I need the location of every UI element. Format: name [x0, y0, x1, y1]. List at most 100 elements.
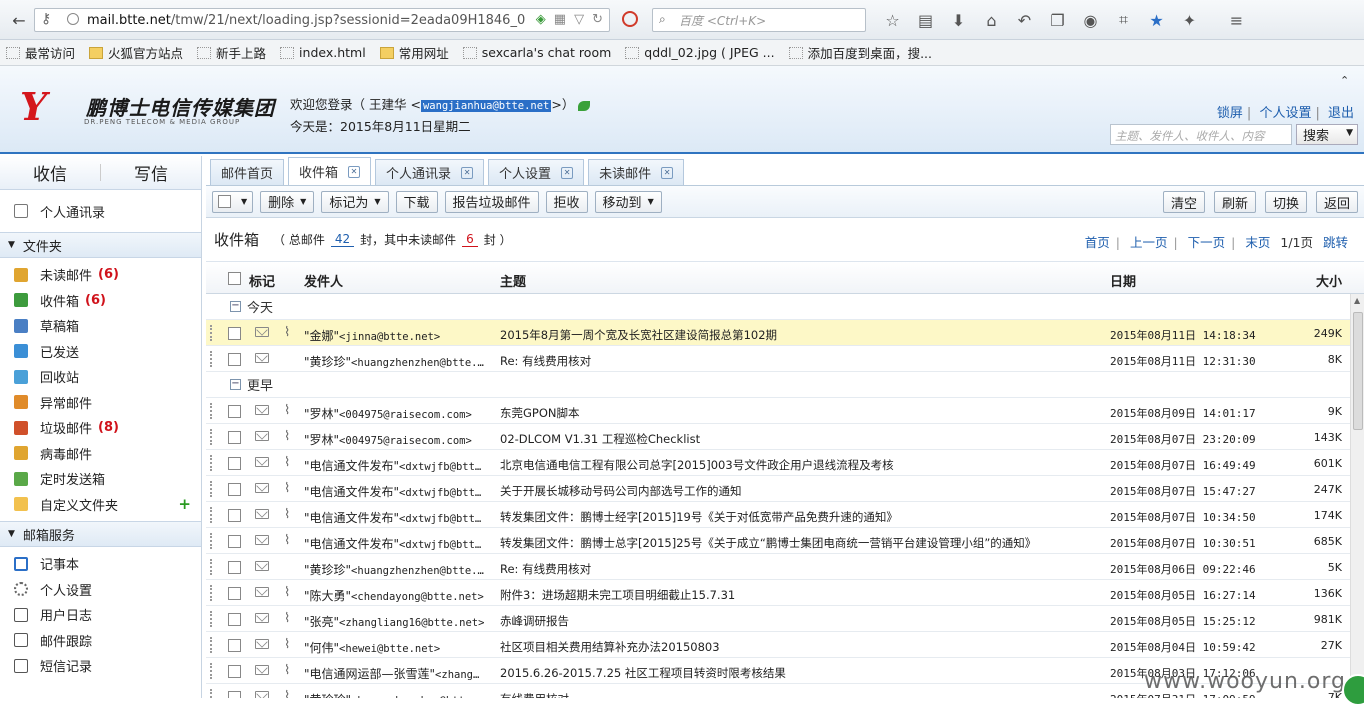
subject[interactable]: 2015年8月第一周个宽及长宽社区建设简报总第102期	[500, 327, 1100, 343]
collapse-icon[interactable]: −	[230, 301, 241, 312]
lock-screen-link[interactable]: 锁屏	[1213, 106, 1247, 121]
drag-handle-icon[interactable]	[210, 507, 214, 523]
refresh-button[interactable]: 刷新	[1213, 191, 1256, 213]
scrollbar[interactable]: ▲	[1350, 294, 1364, 698]
row-checkbox[interactable]	[228, 457, 241, 470]
sidebar-item-virus[interactable]: 病毒邮件	[0, 441, 201, 467]
select-all-dropdown[interactable]: ▼	[212, 190, 254, 213]
jump-link[interactable]: 跳转	[1323, 235, 1348, 250]
sidebar-item-unread[interactable]: 未读邮件 (6)	[0, 262, 201, 288]
back-arrow-icon[interactable]: ←	[6, 7, 32, 33]
mail-search-input[interactable]: 主题、发件人、收件人、内容	[1110, 124, 1292, 145]
bookmark-item[interactable]: qddl_02.jpg ( JPEG ...	[625, 45, 775, 60]
logout-link[interactable]: 退出	[1324, 106, 1358, 121]
undo-icon[interactable]: ↶	[1008, 8, 1041, 32]
close-icon[interactable]: ✕	[661, 166, 674, 179]
subject[interactable]: 附件3：进场超期未完工项目明细截止15.7.31	[500, 587, 1100, 603]
drag-handle-icon[interactable]	[210, 559, 214, 575]
sidebar-item-abnormal[interactable]: 异常邮件	[0, 390, 201, 416]
row-checkbox[interactable]	[228, 431, 241, 444]
row-checkbox[interactable]	[228, 405, 241, 418]
move-to-button[interactable]: 移动到 ▼	[594, 190, 662, 213]
add-folder-icon[interactable]: +	[178, 495, 191, 513]
tab-home[interactable]: 邮件首页	[210, 159, 285, 185]
group-earlier[interactable]: − 更早	[206, 372, 1350, 398]
bookmark-star-icon[interactable]: ☆	[876, 8, 909, 32]
header-checkbox[interactable]	[228, 272, 241, 285]
drag-handle-icon[interactable]	[210, 637, 214, 653]
table-row[interactable]: ⌇ "电信通文件发布"<dxtwjfb@btt… 转发集团文件：鹏博士经字[2015…	[206, 502, 1350, 528]
subject[interactable]: Re: 有线费用核对	[500, 353, 1100, 369]
sidebar-item-userlog[interactable]: 用户日志	[0, 602, 201, 628]
bookmark-item[interactable]: 最常访问	[6, 43, 75, 62]
prev-page-link[interactable]: 上一页	[1130, 235, 1168, 250]
chat-icon[interactable]: ◉	[1074, 8, 1107, 32]
bookmark-item[interactable]: index.html	[280, 45, 366, 60]
row-checkbox[interactable]	[228, 561, 241, 574]
clear-button[interactable]: 清空	[1162, 191, 1205, 213]
services-section[interactable]: ▼ 邮箱服务	[0, 521, 201, 547]
close-icon[interactable]: ✕	[461, 166, 474, 179]
tab-contacts[interactable]: 个人通讯录 ✕	[375, 159, 485, 185]
settings-link[interactable]: 个人设置	[1255, 106, 1315, 121]
row-checkbox[interactable]	[228, 509, 241, 522]
row-checkbox[interactable]	[228, 613, 241, 626]
select-all-checkbox[interactable]	[218, 195, 231, 208]
drag-handle-icon[interactable]	[210, 611, 214, 627]
collapse-header-icon[interactable]: ⌃	[1340, 74, 1356, 90]
sidebar-item-drafts[interactable]: 草稿箱	[0, 313, 201, 339]
col-mark[interactable]: 标记	[249, 271, 275, 290]
subject[interactable]: 有线费用核对	[500, 691, 1100, 698]
sidebar-item-sms[interactable]: 短信记录	[0, 653, 201, 679]
drag-handle-icon[interactable]	[210, 325, 214, 341]
table-row[interactable]: ⌇ "电信通文件发布"<dxtwjfb@btt… 转发集团文件：鹏博士总字[2015…	[206, 528, 1350, 554]
col-sender[interactable]: 发件人	[304, 271, 343, 290]
drag-handle-icon[interactable]	[210, 481, 214, 497]
subject[interactable]: Re: 有线费用核对	[500, 561, 1100, 577]
subject[interactable]: 东莞GPON脚本	[500, 405, 1100, 421]
col-subject[interactable]: 主题	[500, 271, 526, 290]
subject[interactable]: 关于开展长城移动号码公司内部选号工作的通知	[500, 483, 1100, 499]
reading-list-icon[interactable]: ▤	[909, 8, 942, 32]
sidebar-item-notepad[interactable]: 记事本	[0, 551, 201, 577]
row-checkbox[interactable]	[228, 665, 241, 678]
row-checkbox[interactable]	[228, 587, 241, 600]
table-row[interactable]: ⌇ "罗林"<004975@raisecom.com> 02-DLCOM V1.31…	[206, 424, 1350, 450]
table-row[interactable]: ⌇ "罗林"<004975@raisecom.com> 东莞GPON脚本 2015年0…	[206, 398, 1350, 424]
sidebar-item-inbox[interactable]: 收件箱 (6)	[0, 288, 201, 314]
sidebar-item-tracking[interactable]: 邮件跟踪	[0, 628, 201, 654]
browser-search[interactable]: ⌕ 百度 <Ctrl+K>	[652, 8, 866, 32]
close-icon[interactable]: ✕	[348, 165, 361, 178]
download-button[interactable]: 下载	[395, 190, 438, 213]
drag-handle-icon[interactable]	[210, 663, 214, 679]
sidebar-item-sent[interactable]: 已发送	[0, 339, 201, 365]
row-checkbox[interactable]	[228, 691, 241, 698]
row-checkbox[interactable]	[228, 483, 241, 496]
sidebar-item-custom[interactable]: 自定义文件夹 +	[0, 492, 201, 518]
subject[interactable]: 社区项目相关费用结算补充办法20150803	[500, 639, 1100, 655]
url-bar[interactable]: ⚷ mail.btte.net/tmw/21/next/loading.jsp?…	[34, 8, 610, 32]
next-page-link[interactable]: 下一页	[1188, 235, 1226, 250]
last-page-link[interactable]: 末页	[1245, 235, 1270, 250]
table-row[interactable]: ⌇ "电信通文件发布"<dxtwjfb@btt… 北京电信通电信工程有限公司总字[2…	[206, 450, 1350, 476]
download-icon[interactable]: ⬇	[942, 8, 975, 32]
receive-button[interactable]: 收信	[0, 156, 100, 189]
extension-icon[interactable]: ✦	[1173, 8, 1206, 32]
shield-icon[interactable]: ◈	[536, 12, 546, 27]
sidebar-item-trash[interactable]: 回收站	[0, 364, 201, 390]
table-row[interactable]: ⌇ "电信通文件发布"<dxtwjfb@btt… 关于开展长城移动号码公司内部选号工…	[206, 476, 1350, 502]
drag-handle-icon[interactable]	[210, 429, 214, 445]
sidebar-item-scheduled[interactable]: 定时发送箱	[0, 466, 201, 492]
subject[interactable]: 转发集团文件：鹏博士总字[2015]25号《关于成立“鹏博士集团电商统一营销平台…	[500, 535, 1100, 551]
table-row[interactable]: "黄珍珍"<huangzhenzhen@btte.… Re: 有线费用核对 2015…	[206, 346, 1350, 372]
home-icon[interactable]: ⌂	[975, 8, 1008, 32]
compose-button[interactable]: 写信	[101, 156, 201, 189]
subject[interactable]: 2015.6.26-2015.7.25 社区工程项目转资时限考核结果	[500, 665, 1100, 681]
report-spam-button[interactable]: 报告垃圾邮件	[444, 190, 539, 213]
folders-section[interactable]: ▼ 文件夹	[0, 232, 201, 258]
group-today[interactable]: − 今天	[206, 294, 1350, 320]
back-button[interactable]: 返回	[1315, 191, 1358, 213]
subject[interactable]: 赤峰调研报告	[500, 613, 1100, 629]
tab-inbox[interactable]: 收件箱 ✕	[288, 157, 372, 185]
delete-button[interactable]: 删除 ▼	[260, 190, 315, 213]
